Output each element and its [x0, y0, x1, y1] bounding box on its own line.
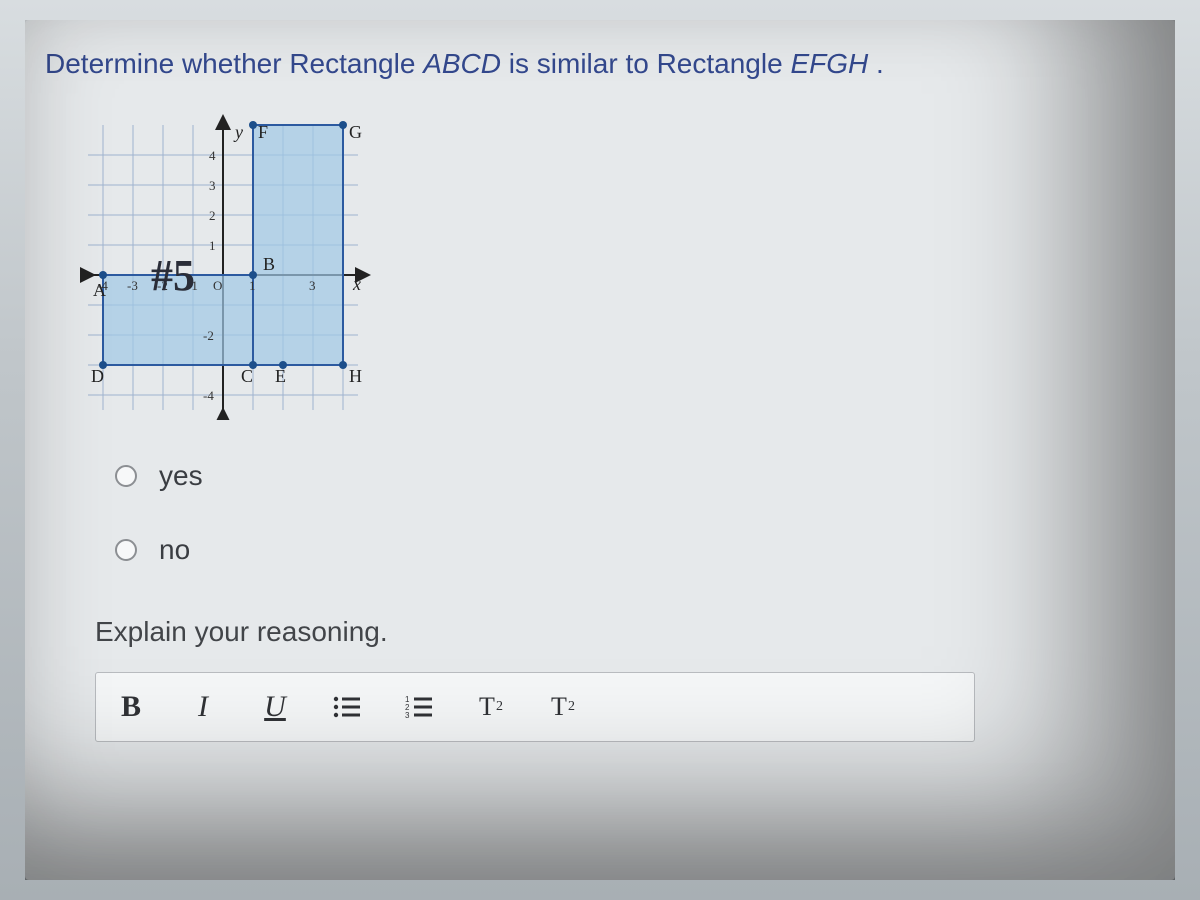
- question-card: Determine whether Rectangle ABCD is simi…: [25, 20, 1175, 880]
- sub-exp: 2: [568, 699, 575, 715]
- svg-text:3: 3: [405, 711, 410, 719]
- vertex-c: C: [241, 366, 253, 386]
- vertex-e: E: [275, 366, 286, 386]
- handwritten-overlay: #5: [151, 250, 195, 301]
- svg-text:1: 1: [249, 278, 256, 293]
- svg-text:1: 1: [209, 238, 216, 253]
- rich-text-toolbar: B I U 1 2 3 T2 T2: [95, 672, 975, 742]
- unordered-list-button[interactable]: [332, 695, 362, 719]
- rect-efgh: EFGH: [790, 48, 868, 79]
- ordered-list-button[interactable]: 1 2 3: [404, 695, 434, 719]
- graph-svg: A B C D E F G H y x -4 -3 -2 -1: [53, 110, 383, 420]
- prompt-text-mid: is similar to Rectangle: [501, 48, 790, 79]
- option-no[interactable]: no: [115, 534, 1155, 566]
- option-yes[interactable]: yes: [115, 460, 1155, 492]
- option-no-label: no: [159, 534, 190, 566]
- svg-text:3: 3: [309, 278, 316, 293]
- prompt-text-after: .: [868, 48, 884, 79]
- underline-button[interactable]: U: [260, 690, 290, 724]
- vertex-g: G: [349, 122, 362, 142]
- option-yes-label: yes: [159, 460, 203, 492]
- svg-text:4: 4: [209, 148, 216, 163]
- answer-options: yes no: [115, 460, 1155, 566]
- subscript-button[interactable]: T2: [548, 692, 578, 722]
- vertex-d: D: [91, 366, 104, 386]
- italic-button[interactable]: I: [188, 690, 218, 724]
- vertex-b: B: [263, 254, 275, 274]
- rect-abcd: ABCD: [423, 48, 501, 79]
- numbered-list-icon: 1 2 3: [405, 695, 433, 719]
- svg-text:O: O: [213, 278, 222, 293]
- radio-icon: [115, 539, 137, 561]
- svg-text:2: 2: [209, 208, 216, 223]
- coordinate-graph: A B C D E F G H y x -4 -3 -2 -1: [53, 110, 383, 420]
- svg-text:3: 3: [209, 178, 216, 193]
- svg-text:-4: -4: [97, 278, 108, 293]
- svg-text:-4: -4: [203, 388, 214, 403]
- svg-text:-2: -2: [203, 328, 214, 343]
- prompt-text: Determine whether Rectangle: [45, 48, 423, 79]
- vertex-h: H: [349, 366, 362, 386]
- sup-base: T: [479, 692, 495, 722]
- x-axis-label: x: [352, 274, 361, 294]
- bold-button[interactable]: B: [116, 690, 146, 724]
- radio-icon: [115, 465, 137, 487]
- superscript-button[interactable]: T2: [476, 692, 506, 722]
- sup-exp: 2: [496, 699, 503, 715]
- y-axis-label: y: [233, 122, 243, 142]
- explain-prompt: Explain your reasoning.: [95, 616, 1155, 648]
- bullet-list-icon: [333, 695, 361, 719]
- vertex-f: F: [258, 122, 268, 142]
- svg-text:-3: -3: [127, 278, 138, 293]
- sub-base: T: [551, 692, 567, 722]
- question-prompt: Determine whether Rectangle ABCD is simi…: [45, 48, 1155, 80]
